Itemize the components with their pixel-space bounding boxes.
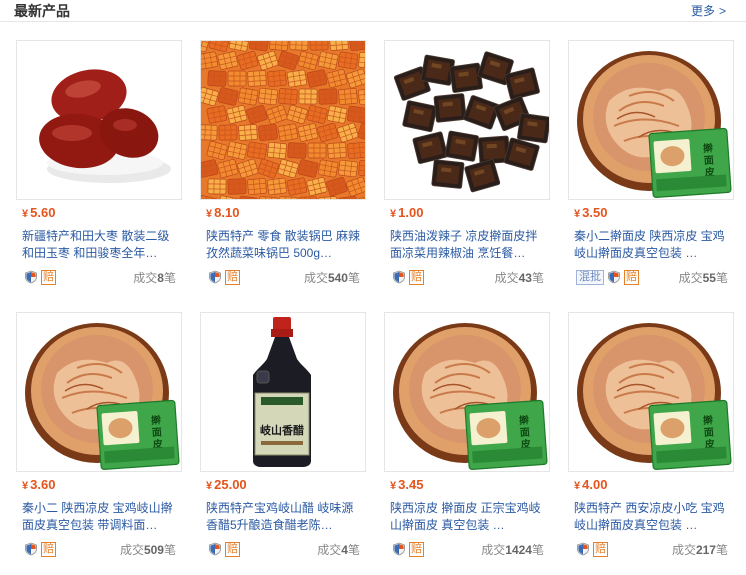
sales-count: 成交509笔 (119, 543, 176, 557)
shield-icon[interactable] (576, 542, 590, 556)
price-value: 25.00 (214, 477, 247, 492)
compensation-badge[interactable]: 赔 (41, 541, 56, 557)
price-value: 8.10 (214, 205, 240, 220)
product-title-link[interactable]: 陕西凉皮 擀面皮 正宗宝鸡岐山擀面皮 真空包装 … (390, 500, 546, 534)
product-image[interactable]: 擀 面 皮 (568, 312, 734, 472)
svg-text:面: 面 (703, 154, 714, 167)
product-image[interactable]: 擀 面 皮 (568, 40, 734, 200)
svg-text:面: 面 (519, 426, 530, 439)
shield-icon[interactable] (392, 270, 406, 284)
product-title-link[interactable]: 新疆特产和田大枣 散装二级和田玉枣 和田骏枣全年… (22, 228, 178, 262)
sales-count: 成交217笔 (671, 543, 728, 557)
product-card[interactable]: ¥8.10 陕西特产 零食 散装锅巴 麻辣孜然蔬菜味锅巴 500g… 赔 成交540笔 (200, 40, 366, 290)
svg-text:岐山香醋: 岐山香醋 (260, 423, 304, 437)
product-badges: 赔 (24, 269, 56, 285)
product-price: ¥5.60 (22, 205, 55, 220)
product-image[interactable] (384, 40, 550, 200)
product-title-link[interactable]: 陕西特产 西安凉皮小吃 宝鸡岐山擀面皮真空包装 … (574, 500, 730, 534)
chevron-right-icon: > (718, 4, 726, 18)
product-badges: 赔 (24, 541, 56, 557)
svg-text:面: 面 (703, 426, 714, 439)
product-badges: 混批 赔 (576, 269, 639, 285)
compensation-badge[interactable]: 赔 (593, 541, 608, 557)
currency-symbol: ¥ (206, 480, 213, 492)
shield-icon[interactable] (607, 270, 621, 284)
shield-icon[interactable] (24, 270, 38, 284)
product-title-link[interactable]: 陕西油泼辣子 凉皮擀面皮拌面凉菜用辣椒油 烹饪餐… (390, 228, 546, 262)
svg-text:擀: 擀 (703, 413, 715, 427)
shield-icon[interactable] (392, 542, 406, 556)
product-price: ¥3.60 (22, 477, 55, 492)
currency-symbol: ¥ (390, 208, 397, 220)
mixed-batch-badge[interactable]: 混批 (576, 269, 604, 285)
price-value: 5.60 (30, 205, 56, 220)
more-label: 更多 (690, 4, 715, 18)
product-image[interactable] (200, 40, 366, 200)
svg-text:擀: 擀 (703, 141, 715, 155)
product-image[interactable] (16, 40, 182, 200)
product-image[interactable]: 擀 面 皮 (16, 312, 182, 472)
product-badges: 赔 (208, 269, 240, 285)
sales-count: 成交43笔 (494, 271, 544, 285)
product-price: ¥8.10 (206, 205, 239, 220)
product-badges: 赔 (392, 269, 424, 285)
product-title-link[interactable]: 陕西特产 零食 散装锅巴 麻辣孜然蔬菜味锅巴 500g… (206, 228, 362, 262)
svg-text:擀: 擀 (151, 413, 163, 427)
currency-symbol: ¥ (206, 208, 213, 220)
compensation-badge[interactable]: 赔 (225, 541, 240, 557)
sales-count: 成交55笔 (678, 271, 728, 285)
shield-icon[interactable] (208, 542, 222, 556)
price-value: 3.45 (398, 477, 424, 492)
sales-count: 成交8笔 (133, 271, 176, 285)
product-badges: 赔 (576, 541, 608, 557)
price-value: 3.50 (582, 205, 608, 220)
price-value: 1.00 (398, 205, 424, 220)
currency-symbol: ¥ (574, 480, 581, 492)
product-title-link[interactable]: 秦小二擀面皮 陕西凉皮 宝鸡岐山擀面皮真空包装 … (574, 228, 730, 262)
product-badges: 赔 (392, 541, 424, 557)
product-price: ¥3.50 (574, 205, 607, 220)
compensation-badge[interactable]: 赔 (409, 269, 424, 285)
product-card[interactable]: 擀 面 皮 ¥3.50 秦小二擀面皮 陕西凉皮 宝鸡岐山擀面皮真空包装 … 混批 赔 成… (568, 40, 734, 290)
product-price: ¥3.45 (390, 477, 423, 492)
product-price: ¥4.00 (574, 477, 607, 492)
product-card[interactable]: 岐山香醋 ¥25.00 陕西特产宝鸡岐山醋 岐味源香醋5升酿造食醋老陈… 赔 成交4笔 (200, 312, 366, 562)
product-image[interactable]: 擀 面 皮 (384, 312, 550, 472)
product-card[interactable]: 擀 面 皮 ¥4.00 陕西特产 西安凉皮小吃 宝鸡岐山擀面皮真空包装 … 赔 成交2… (568, 312, 734, 562)
more-link[interactable]: 更多 > (691, 2, 726, 19)
product-image[interactable]: 岐山香醋 (200, 312, 366, 472)
currency-symbol: ¥ (22, 480, 29, 492)
product-title-link[interactable]: 秦小二 陕西凉皮 宝鸡岐山擀面皮真空包装 带调料面… (22, 500, 178, 534)
product-card[interactable]: ¥1.00 陕西油泼辣子 凉皮擀面皮拌面凉菜用辣椒油 烹饪餐… 赔 成交43笔 (384, 40, 550, 290)
shield-icon[interactable] (24, 542, 38, 556)
product-price: ¥25.00 (206, 477, 247, 492)
sales-count: 成交540笔 (303, 271, 360, 285)
currency-symbol: ¥ (574, 208, 581, 220)
svg-text:面: 面 (151, 426, 162, 439)
section-title: 最新产品 (14, 3, 70, 19)
svg-text:擀: 擀 (519, 413, 531, 427)
section-header: 最新产品 更多 > (0, 0, 746, 22)
price-value: 4.00 (582, 477, 608, 492)
currency-symbol: ¥ (390, 480, 397, 492)
price-value: 3.60 (30, 477, 56, 492)
sales-count: 成交1424笔 (481, 543, 544, 557)
product-title-link[interactable]: 陕西特产宝鸡岐山醋 岐味源香醋5升酿造食醋老陈… (206, 500, 362, 534)
product-card[interactable]: 擀 面 皮 ¥3.45 陕西凉皮 擀面皮 正宗宝鸡岐山擀面皮 真空包装 … 赔 成交1… (384, 312, 550, 562)
product-card[interactable]: ¥5.60 新疆特产和田大枣 散装二级和田玉枣 和田骏枣全年… 赔 成交8笔 (16, 40, 182, 290)
compensation-badge[interactable]: 赔 (409, 541, 424, 557)
product-card[interactable]: 擀 面 皮 ¥3.60 秦小二 陕西凉皮 宝鸡岐山擀面皮真空包装 带调料面… 赔 成交… (16, 312, 182, 562)
currency-symbol: ¥ (22, 208, 29, 220)
product-price: ¥1.00 (390, 205, 423, 220)
sales-count: 成交4笔 (317, 543, 360, 557)
compensation-badge[interactable]: 赔 (225, 269, 240, 285)
compensation-badge[interactable]: 赔 (41, 269, 56, 285)
compensation-badge[interactable]: 赔 (624, 269, 639, 285)
product-badges: 赔 (208, 541, 240, 557)
shield-icon[interactable] (208, 270, 222, 284)
